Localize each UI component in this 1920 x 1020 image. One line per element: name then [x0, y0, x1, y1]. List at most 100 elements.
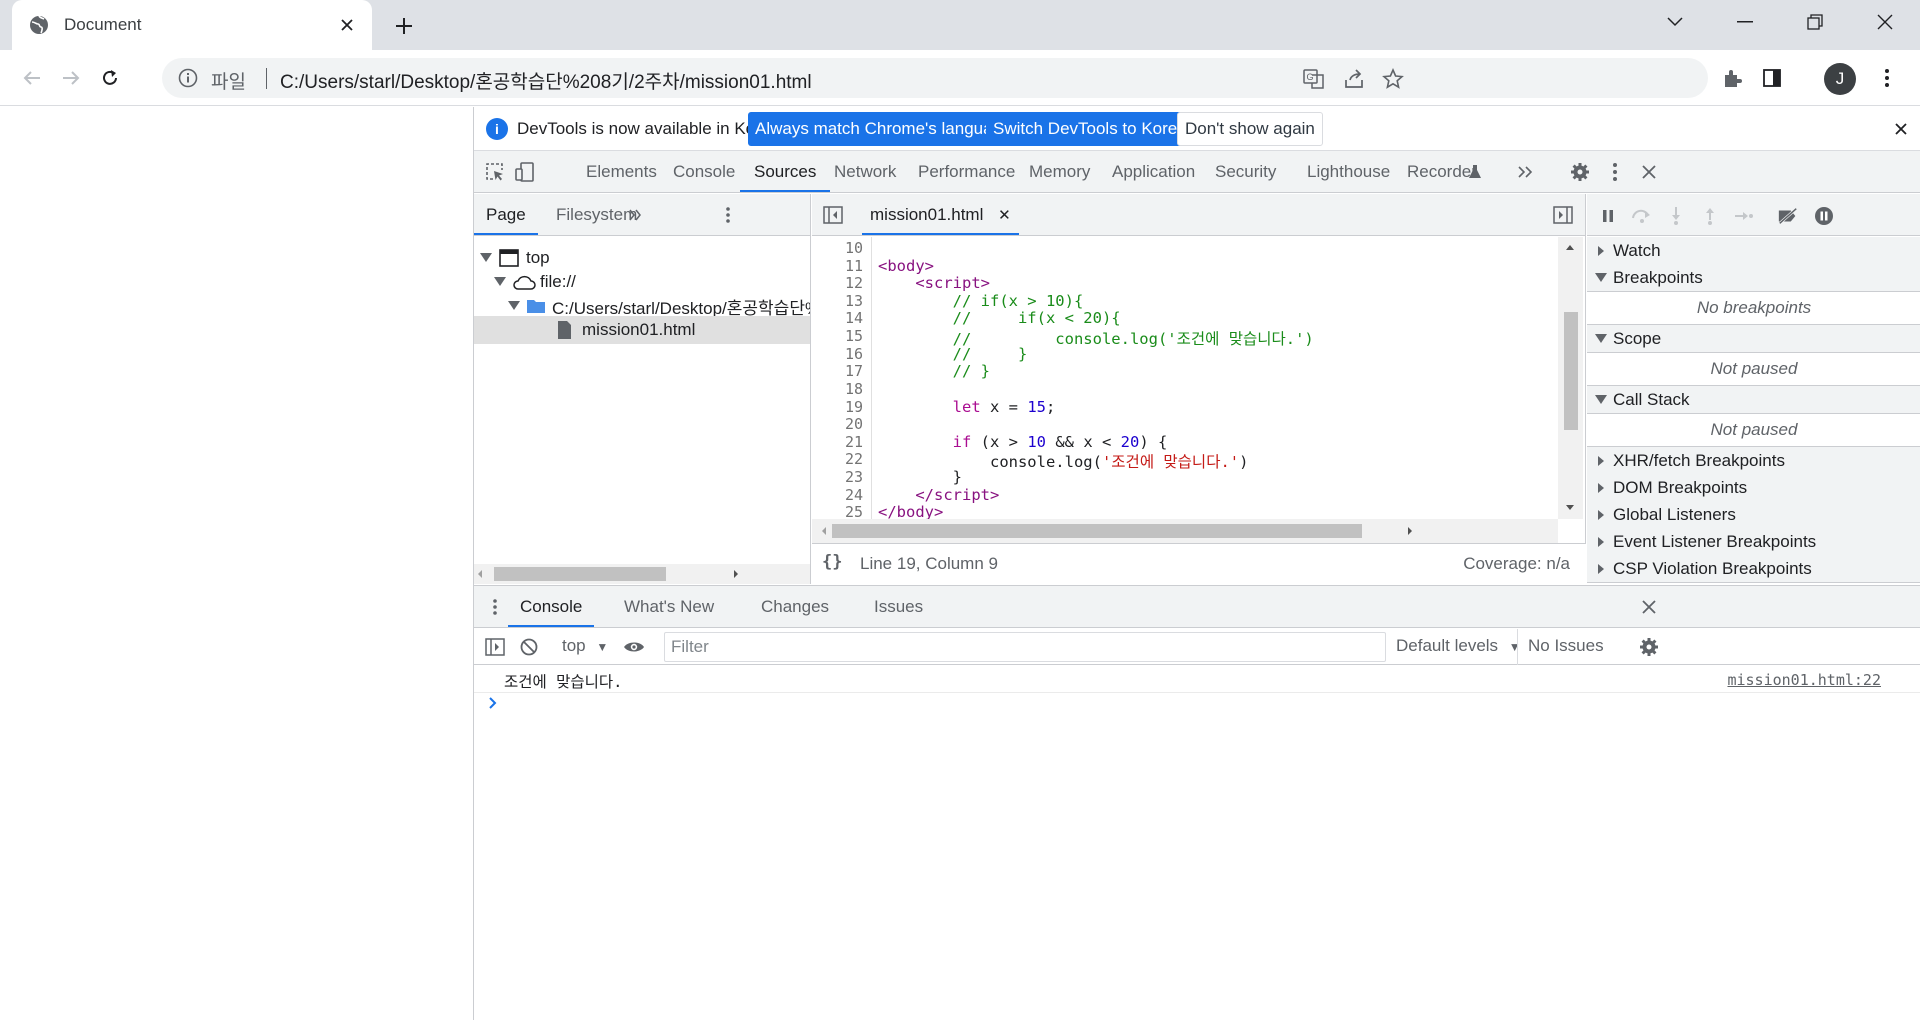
switch-korean-button[interactable]: Switch DevTools to Korean — [986, 112, 1204, 146]
share-icon[interactable] — [1342, 67, 1366, 91]
site-info-icon[interactable] — [178, 68, 198, 88]
issues-counter[interactable]: No Issues — [1517, 629, 1614, 665]
step-over-icon[interactable] — [1631, 205, 1653, 227]
editor-horizontal-scrollbar[interactable] — [812, 519, 1558, 543]
context-selector[interactable]: top ▼ — [562, 636, 608, 656]
tab-sources[interactable]: Sources — [740, 151, 831, 192]
clear-console-icon[interactable] — [518, 636, 540, 658]
tab-page[interactable]: Page — [474, 194, 538, 235]
line-number[interactable]: 13 — [845, 292, 863, 310]
console-sidebar-icon[interactable] — [484, 636, 506, 658]
drawer-tab-console[interactable]: Console — [508, 586, 595, 627]
section-scope[interactable]: Scope — [1587, 325, 1920, 353]
forward-icon[interactable] — [57, 64, 85, 92]
close-devtools-icon[interactable] — [1638, 161, 1660, 183]
line-number[interactable]: 24 — [845, 486, 863, 504]
tab-elements[interactable]: Elements — [586, 151, 657, 192]
line-number[interactable]: 22 — [845, 450, 863, 468]
tab-search-icon[interactable] — [1640, 0, 1710, 44]
line-number[interactable]: 10 — [845, 239, 863, 257]
log-levels-dropdown[interactable]: Default levels ▼ — [1396, 636, 1521, 656]
browser-tab[interactable]: Document — [12, 0, 372, 50]
drawer-menu-icon[interactable] — [484, 596, 506, 618]
settings-gear-icon[interactable] — [1569, 161, 1591, 183]
console-prompt-icon[interactable] — [486, 696, 500, 710]
pause-icon[interactable] — [1597, 205, 1619, 227]
extensions-icon[interactable] — [1719, 64, 1747, 92]
bookmark-star-icon[interactable] — [1381, 67, 1405, 91]
drawer-tab-issues[interactable]: Issues — [874, 586, 923, 627]
line-number[interactable]: 19 — [845, 398, 863, 416]
expand-triangle-icon[interactable] — [494, 276, 506, 288]
translate-icon[interactable]: G — [1302, 67, 1326, 91]
restore-icon[interactable] — [1780, 0, 1850, 44]
editor-vertical-scrollbar[interactable] — [1558, 237, 1583, 519]
toggle-debugger-icon[interactable] — [1552, 204, 1574, 226]
line-number[interactable]: 16 — [845, 345, 863, 363]
console-message-source-link[interactable]: mission01.html:22 — [1727, 671, 1881, 689]
more-navigator-tabs-icon[interactable] — [624, 204, 646, 226]
line-number[interactable]: 14 — [845, 309, 863, 327]
code-content[interactable]: <body> <script> // if(x > 10){ // if(x <… — [878, 237, 1528, 519]
console-filter-input[interactable]: Filter — [664, 632, 1386, 662]
section-dom-breakpoints[interactable]: DOM Breakpoints — [1587, 474, 1920, 502]
console-settings-gear-icon[interactable] — [1638, 636, 1660, 658]
section-watch[interactable]: Watch — [1587, 237, 1920, 265]
pause-on-exceptions-icon[interactable] — [1813, 205, 1835, 227]
line-number[interactable]: 21 — [845, 433, 863, 451]
line-number[interactable]: 23 — [845, 468, 863, 486]
tab-performance[interactable]: Performance — [918, 151, 1015, 192]
line-number[interactable]: 18 — [845, 380, 863, 398]
match-language-button[interactable]: Always match Chrome's language — [748, 112, 1019, 146]
section-global-listeners[interactable]: Global Listeners — [1587, 501, 1920, 529]
step-icon[interactable] — [1732, 205, 1754, 227]
section-csp-violation-breakpoints[interactable]: CSP Violation Breakpoints — [1587, 555, 1920, 583]
customize-menu-icon[interactable] — [1604, 161, 1626, 183]
close-window-icon[interactable] — [1850, 0, 1920, 44]
line-number[interactable]: 20 — [845, 415, 863, 433]
tab-close-icon[interactable] — [336, 14, 358, 36]
section-call-stack[interactable]: Call Stack — [1587, 386, 1920, 414]
chrome-menu-icon[interactable] — [1873, 64, 1901, 92]
tab-lighthouse[interactable]: Lighthouse — [1307, 151, 1390, 192]
tab-security[interactable]: Security — [1215, 151, 1276, 192]
dont-show-again-button[interactable]: Don't show again — [1177, 112, 1323, 146]
new-tab-icon[interactable] — [391, 13, 417, 39]
back-icon[interactable] — [18, 64, 46, 92]
url-text[interactable]: C:/Users/starl/Desktop/혼공학습단%208기/2주차/mi… — [280, 67, 812, 94]
device-toolbar-icon[interactable] — [514, 161, 536, 183]
minimize-icon[interactable] — [1710, 0, 1780, 44]
section-event-listener-breakpoints[interactable]: Event Listener Breakpoints — [1587, 528, 1920, 556]
line-number[interactable]: 12 — [845, 274, 863, 292]
editor-file-tab[interactable]: mission01.html ✕ — [862, 194, 1019, 235]
step-out-icon[interactable] — [1699, 205, 1721, 227]
infobar-close-icon[interactable] — [1891, 119, 1911, 139]
profile-avatar[interactable]: J — [1824, 63, 1856, 95]
toggle-navigator-icon[interactable] — [822, 204, 844, 226]
deactivate-breakpoints-icon[interactable] — [1777, 205, 1799, 227]
navigator-horizontal-scrollbar[interactable] — [474, 564, 810, 584]
expand-triangle-icon[interactable] — [480, 252, 492, 264]
tab-application[interactable]: Application — [1112, 151, 1195, 192]
drawer-tab-changes[interactable]: Changes — [761, 586, 829, 627]
reload-icon[interactable] — [96, 64, 124, 92]
tree-item-mission01[interactable]: mission01.html — [474, 316, 810, 344]
expand-triangle-icon[interactable] — [508, 300, 520, 312]
close-drawer-icon[interactable] — [1638, 596, 1660, 618]
address-bar[interactable]: 파일 C:/Users/starl/Desktop/혼공학습단%208기/2주차… — [162, 58, 1708, 98]
live-expression-eye-icon[interactable] — [623, 636, 645, 658]
navigator-menu-icon[interactable] — [717, 204, 739, 226]
section-breakpoints[interactable]: Breakpoints — [1587, 264, 1920, 292]
step-into-icon[interactable] — [1665, 205, 1687, 227]
close-file-icon[interactable]: ✕ — [998, 207, 1011, 224]
line-number[interactable]: 15 — [845, 327, 863, 345]
tab-memory[interactable]: Memory — [1029, 151, 1090, 192]
more-tabs-icon[interactable] — [1514, 161, 1536, 183]
inspect-element-icon[interactable] — [484, 161, 506, 183]
pretty-print-icon[interactable]: {} — [822, 552, 842, 572]
drawer-tab-whats-new[interactable]: What's New — [624, 586, 714, 627]
side-panel-icon[interactable] — [1758, 64, 1786, 92]
section-xhr-breakpoints[interactable]: XHR/fetch Breakpoints — [1587, 447, 1920, 475]
tab-console[interactable]: Console — [673, 151, 735, 192]
tab-network[interactable]: Network — [834, 151, 896, 192]
